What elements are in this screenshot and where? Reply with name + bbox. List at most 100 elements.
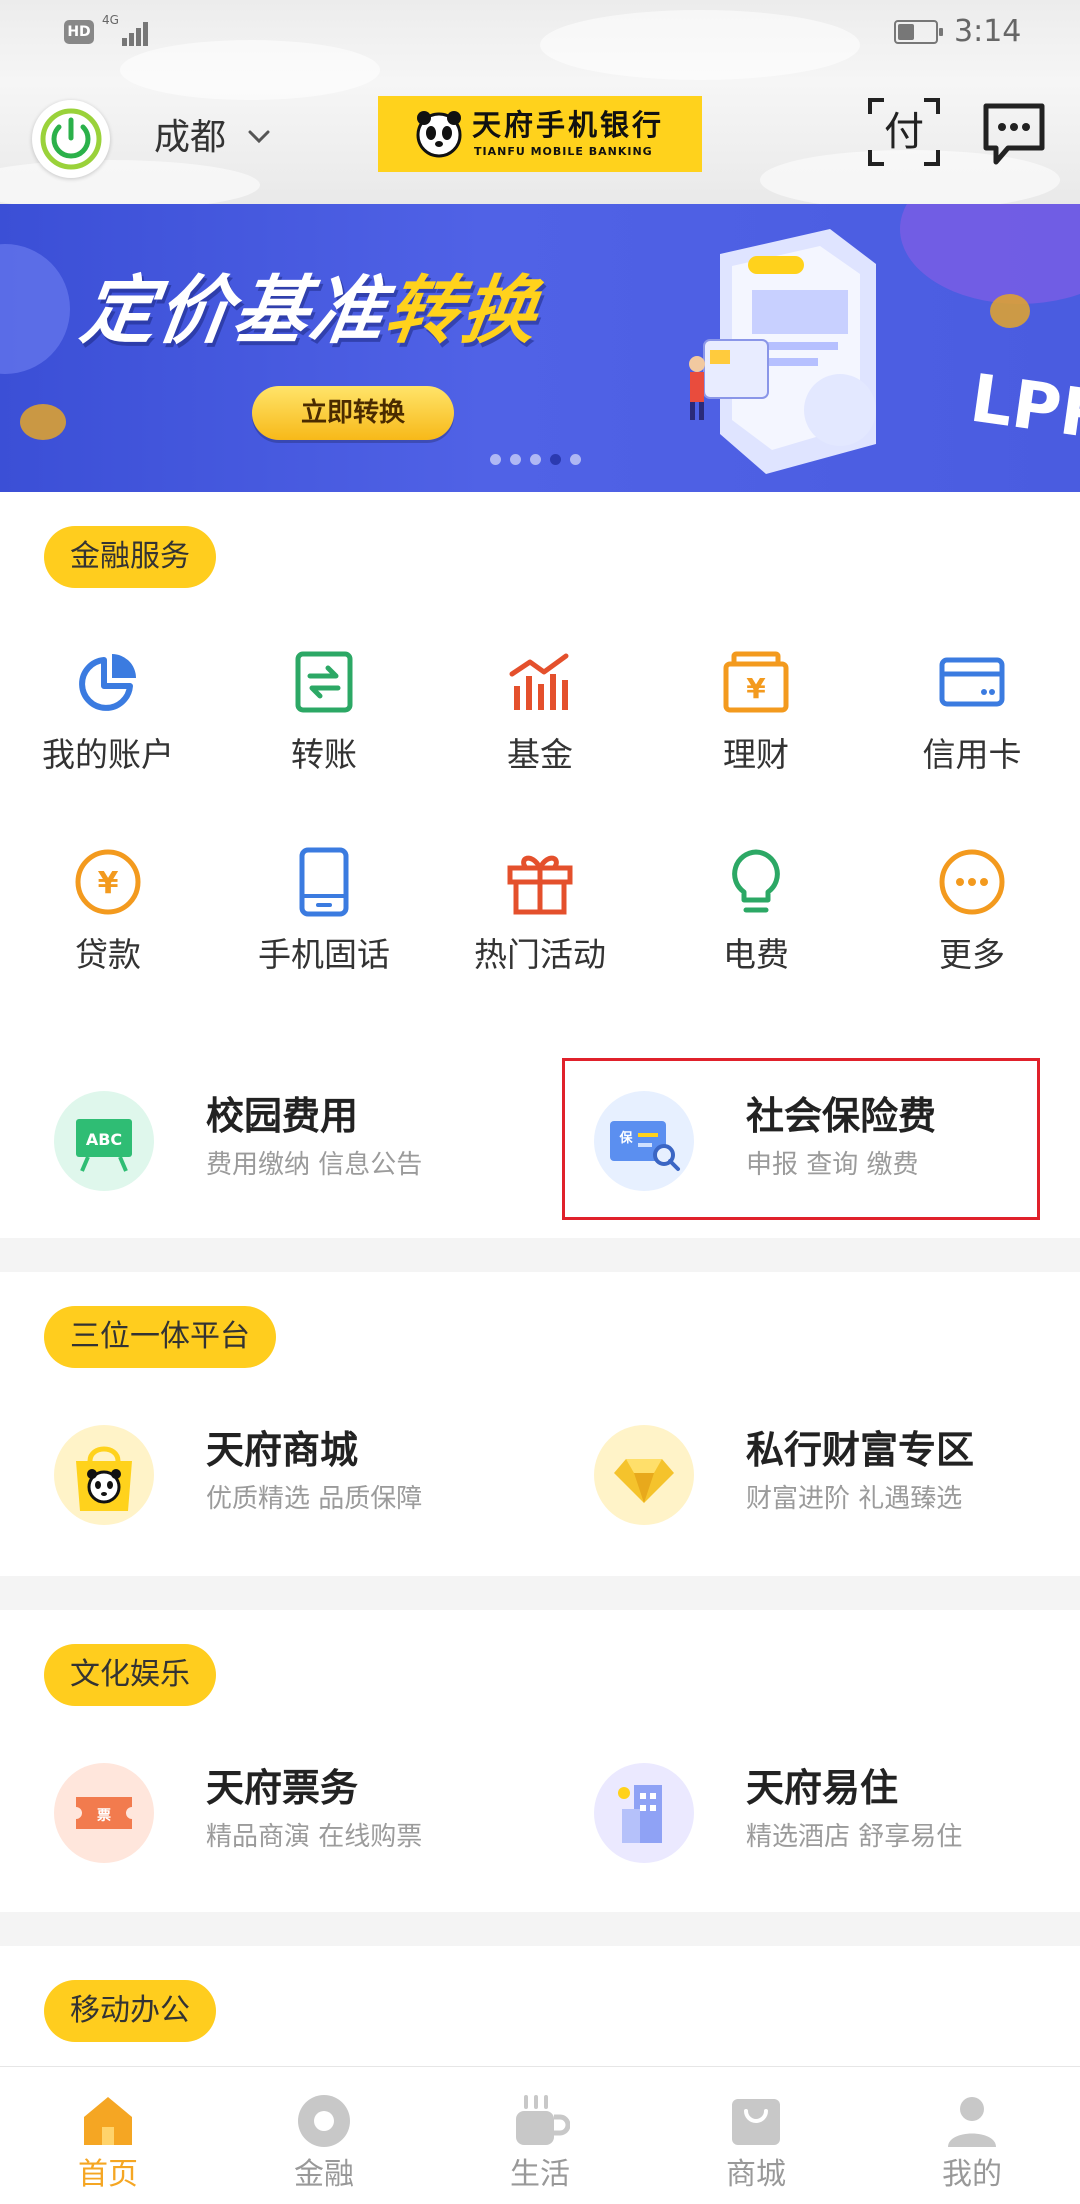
- tab-mall[interactable]: 商城: [648, 2067, 864, 2204]
- feature-subtitle: 精品商演 在线购票: [206, 1822, 423, 1852]
- service-label: 更多: [939, 935, 1005, 974]
- feature-subtitle: 精选酒店 舒享易住: [746, 1822, 963, 1852]
- svg-text:¥: ¥: [746, 672, 766, 705]
- service-credit-card[interactable]: 信用卡: [864, 646, 1080, 776]
- abc-board-icon: ABC: [54, 1091, 154, 1191]
- mobile-office-card: 移动办公: [0, 1946, 1080, 2066]
- section-label-platform: 三位一体平台: [44, 1306, 276, 1368]
- city-selector[interactable]: 成都: [154, 112, 226, 164]
- entertainment-card: 文化娱乐 票 天府票务 精品商演 在线购票 天府易住 精选酒店 舒享易住: [0, 1610, 1080, 1912]
- battery-icon: [894, 20, 943, 44]
- section-label-mobile-office: 移动办公: [44, 1980, 216, 2042]
- banner-title: 定价基准转换: [76, 266, 545, 356]
- wealth-yen-icon: ¥: [723, 651, 789, 713]
- feature-title: 校园费用: [206, 1094, 359, 1138]
- svg-text:票: 票: [97, 1808, 111, 1824]
- message-bubble-icon: [983, 103, 1045, 165]
- bank-logo: 天府手机银行 TIANFU MOBILE BANKING: [378, 96, 702, 172]
- service-label: 我的账户: [42, 735, 174, 774]
- signal-icon: 4G: [102, 14, 154, 48]
- service-label: 转账: [291, 735, 357, 774]
- feature-tianfu-tickets[interactable]: 票 天府票务 精品商演 在线购票: [54, 1758, 504, 1868]
- feature-title: 天府票务: [206, 1766, 359, 1810]
- feature-tianfu-mall[interactable]: 天府商城 优质精选 品质保障: [54, 1420, 504, 1530]
- scan-pay-button[interactable]: 付: [868, 98, 940, 166]
- phone-icon: [299, 847, 349, 917]
- user-icon: [948, 2097, 996, 2147]
- feature-tianfu-stay[interactable]: 天府易住 精选酒店 舒享易住: [594, 1758, 1034, 1868]
- feature-title: 天府商城: [206, 1428, 359, 1472]
- credit-card-icon: [939, 657, 1005, 707]
- service-label: 基金: [507, 735, 573, 774]
- logo-english-text: TIANFU MOBILE BANKING: [474, 145, 653, 158]
- tab-label: 首页: [78, 2157, 138, 2192]
- service-loan[interactable]: ¥ 贷款: [0, 846, 216, 976]
- panda-bag-icon: [54, 1425, 154, 1525]
- svg-text:ABC: ABC: [86, 1130, 122, 1149]
- shopping-bag-icon: [732, 2099, 780, 2145]
- lpr-illustration: LPR: [689, 229, 1080, 474]
- feature-subtitle: 费用缴纳 信息公告: [206, 1150, 423, 1180]
- clock: 3:14: [954, 14, 1022, 49]
- feature-title: 天府易住: [746, 1766, 899, 1810]
- scan-pay-label: 付: [884, 109, 924, 155]
- service-hot-activities[interactable]: 热门活动: [432, 846, 648, 976]
- hd-badge: HD: [64, 20, 94, 44]
- banner-dot[interactable]: [530, 454, 541, 465]
- tab-life[interactable]: 生活: [432, 2067, 648, 2204]
- service-label: 手机固话: [258, 935, 390, 974]
- service-fund[interactable]: 基金: [432, 646, 648, 776]
- app-header: HD 4G 3:14 成都 天府手机银行 TIANFU MOBILE BANKI…: [0, 0, 1080, 205]
- battery-level: [898, 24, 914, 40]
- fund-chart-icon: [509, 653, 569, 710]
- service-transfer[interactable]: 转账: [216, 646, 432, 776]
- service-electricity[interactable]: 电费: [648, 846, 864, 976]
- bottom-tab-bar: 首页 金融 生活 商城 我的: [0, 2066, 1080, 2204]
- promo-banner[interactable]: 定价基准转换 立即转换 LPR: [0, 204, 1080, 492]
- service-label: 信用卡: [922, 735, 1022, 774]
- panda-logo-icon: [416, 111, 462, 158]
- feature-subtitle: 财富进阶 礼遇臻选: [746, 1484, 963, 1514]
- banner-dot[interactable]: [570, 454, 581, 465]
- tab-label: 金融: [294, 2157, 354, 2192]
- service-wealth[interactable]: ¥ 理财: [648, 646, 864, 776]
- feature-campus-fees[interactable]: ABC 校园费用 费用缴纳 信息公告: [54, 1086, 504, 1196]
- banner-title-main: 定价基准: [75, 268, 393, 354]
- section-label-entertainment: 文化娱乐: [44, 1644, 216, 1706]
- tab-finance[interactable]: 金融: [216, 2067, 432, 2204]
- lpr-art-text: LPR: [966, 360, 1080, 456]
- service-label: 电费: [723, 935, 789, 974]
- message-button[interactable]: [978, 98, 1050, 170]
- section-label-financial-services: 金融服务: [44, 526, 216, 588]
- chevron-down-icon[interactable]: [244, 122, 274, 152]
- more-icon: [939, 849, 1005, 915]
- service-label: 理财: [723, 735, 789, 774]
- banner-title-highlight: 转换: [379, 268, 545, 354]
- tab-mine[interactable]: 我的: [864, 2067, 1080, 2204]
- platform-card: 三位一体平台 天府商城 优质精选 品质保障 私行财富专区 财富进阶 礼遇臻选: [0, 1272, 1080, 1576]
- service-phone[interactable]: 手机固话: [216, 846, 432, 976]
- logo-chinese-text: 天府手机银行: [472, 108, 665, 142]
- banner-dot[interactable]: [510, 454, 521, 465]
- highlight-annotation-box: [562, 1058, 1040, 1220]
- status-bar: HD 4G 3:14: [0, 0, 1080, 64]
- loan-yen-icon: ¥: [75, 849, 141, 915]
- service-my-account[interactable]: 我的账户: [0, 646, 216, 776]
- feature-private-wealth[interactable]: 私行财富专区 财富进阶 礼遇臻选: [594, 1420, 1034, 1530]
- coin-icon: [298, 2095, 350, 2147]
- power-icon: [40, 108, 102, 170]
- convert-now-button[interactable]: 立即转换: [252, 386, 454, 440]
- service-label: 贷款: [75, 935, 141, 974]
- pie-chart-icon: [79, 654, 136, 711]
- home-icon: [84, 2097, 132, 2145]
- tab-home[interactable]: 首页: [0, 2067, 216, 2204]
- feature-title: 私行财富专区: [746, 1428, 975, 1472]
- transfer-icon: [295, 651, 353, 713]
- power-button[interactable]: [32, 100, 110, 178]
- service-more[interactable]: 更多: [864, 846, 1080, 976]
- banner-dot[interactable]: [550, 454, 561, 465]
- banner-pagination: [490, 450, 590, 465]
- banner-dot[interactable]: [490, 454, 501, 465]
- tab-label: 我的: [942, 2157, 1002, 2192]
- tab-label: 生活: [510, 2157, 570, 2192]
